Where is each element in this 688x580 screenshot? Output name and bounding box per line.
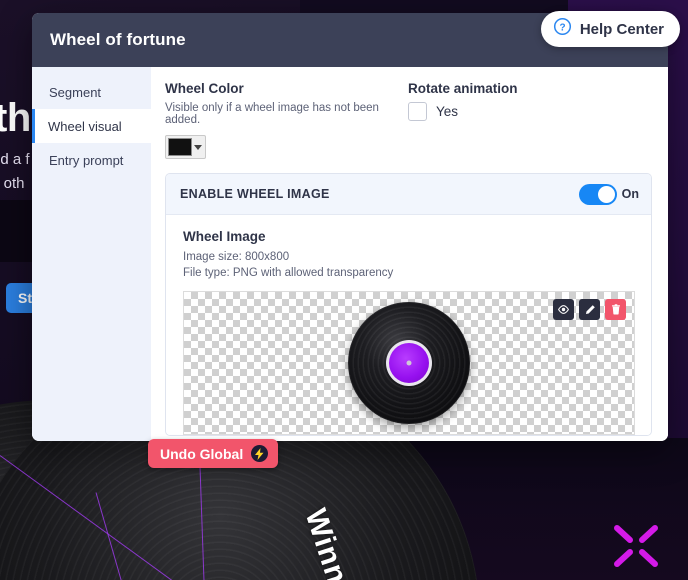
settings-top-row: Wheel Color Visible only if a wheel imag… [165, 81, 652, 159]
modal-body: Segment Wheel visual Entry prompt Wheel … [32, 67, 668, 441]
toggle-knob [597, 185, 615, 203]
lightning-bolt-icon [251, 445, 269, 462]
modal-sidebar: Segment Wheel visual Entry prompt [32, 67, 151, 441]
wheel-image-vinyl-graphic [348, 302, 470, 424]
sidebar-item-wheel-visual[interactable]: Wheel visual [32, 109, 151, 143]
enable-wheel-image-toggle-wrap[interactable]: On [578, 183, 639, 205]
rotate-animation-checkbox-row[interactable]: Yes [408, 102, 652, 121]
page-title: Wheel of fortune [50, 30, 186, 49]
wheel-color-help-text: Visible only if a wheel image has not be… [165, 102, 379, 126]
sidebar-item-segment[interactable]: Segment [32, 75, 151, 109]
collapse-arrows-icon[interactable] [605, 520, 667, 572]
pencil-icon[interactable] [579, 299, 600, 320]
help-center-label: Help Center [579, 20, 664, 38]
svg-text:?: ? [559, 22, 565, 33]
sidebar-item-entry-prompt[interactable]: Entry prompt [32, 143, 151, 177]
enable-wheel-image-toggle[interactable] [578, 183, 617, 205]
eye-icon[interactable] [553, 299, 574, 320]
enable-wheel-image-label: ENABLE WHEEL IMAGE [180, 187, 330, 201]
wheel-image-section: Wheel Image Image size: 800x800 File typ… [166, 215, 651, 435]
enable-wheel-image-card: ENABLE WHEEL IMAGE On Wheel Image Image … [165, 173, 652, 436]
vinyl-spindle-hole [406, 360, 412, 366]
rotate-animation-checkbox[interactable] [408, 102, 427, 121]
rotate-animation-field: Rotate animation Yes [408, 81, 652, 159]
question-mark-circle-icon: ? [553, 17, 572, 41]
undo-global-label: Undo Global [160, 445, 244, 462]
color-swatch [168, 138, 192, 156]
chevron-down-icon [194, 144, 202, 150]
wheel-image-title: Wheel Image [183, 229, 266, 244]
wheel-image-size: Image size: 800x800 [183, 251, 290, 263]
enable-wheel-image-header: ENABLE WHEEL IMAGE On [166, 174, 651, 215]
wheel-image-actions [553, 299, 626, 320]
undo-global-button[interactable]: Undo Global [148, 439, 279, 468]
help-center-button[interactable]: ? Help Center [540, 11, 680, 47]
wheel-color-title: Wheel Color [165, 81, 244, 96]
modal-main-content: Wheel Color Visible only if a wheel imag… [151, 67, 668, 441]
rotate-animation-checkbox-label: Yes [436, 104, 459, 119]
trash-icon[interactable] [605, 299, 626, 320]
sidebar-item-label: Segment [49, 84, 102, 100]
wheel-color-field: Wheel Color Visible only if a wheel imag… [165, 81, 408, 159]
wheel-image-preview [183, 291, 635, 435]
sidebar-item-label: Entry prompt [49, 152, 124, 168]
toggle-state-label: On [621, 187, 639, 201]
rotate-animation-title: Rotate animation [408, 81, 518, 96]
wheel-image-filetype: File type: PNG with allowed transparency [183, 267, 394, 279]
sidebar-item-label: Wheel visual [48, 118, 122, 134]
wheel-of-fortune-modal: Wheel of fortune Segment Wheel visual En… [32, 13, 668, 441]
wheel-color-picker[interactable] [165, 135, 206, 159]
